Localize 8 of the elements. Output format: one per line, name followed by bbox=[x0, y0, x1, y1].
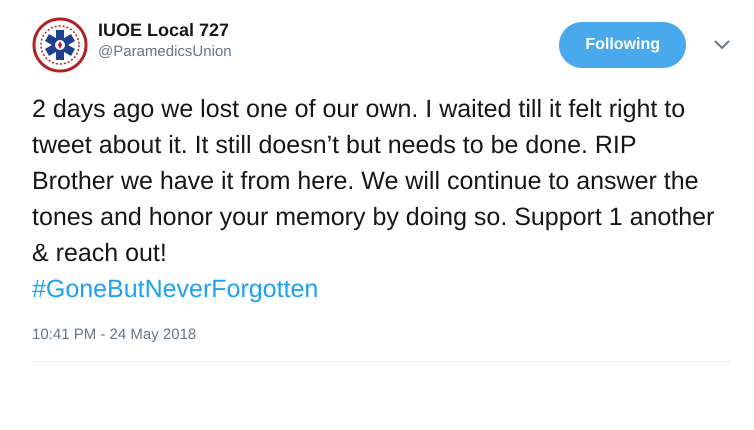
hashtag-link[interactable]: #GoneButNeverForgotten bbox=[32, 271, 318, 307]
author-name[interactable]: IUOE Local 727 bbox=[98, 18, 232, 42]
tweet-timestamp[interactable]: 10:41 PM - 24 May 2018 bbox=[32, 326, 196, 343]
avatar-logo-icon[interactable] bbox=[32, 17, 88, 73]
following-button[interactable]: Following bbox=[559, 22, 686, 68]
chevron-down-icon[interactable] bbox=[714, 40, 730, 50]
tweet-text: 2 days ago we lost one of our own. I waited till it felt right to tweet about it. It still doesn’t but needs to be done. RIP Brother we have it from here. We will continue to answer the tones and honor your memory by doing so. Support 1 another & reach out! bbox=[32, 94, 716, 269]
author-handle[interactable]: @ParamedicsUnion bbox=[98, 42, 232, 62]
